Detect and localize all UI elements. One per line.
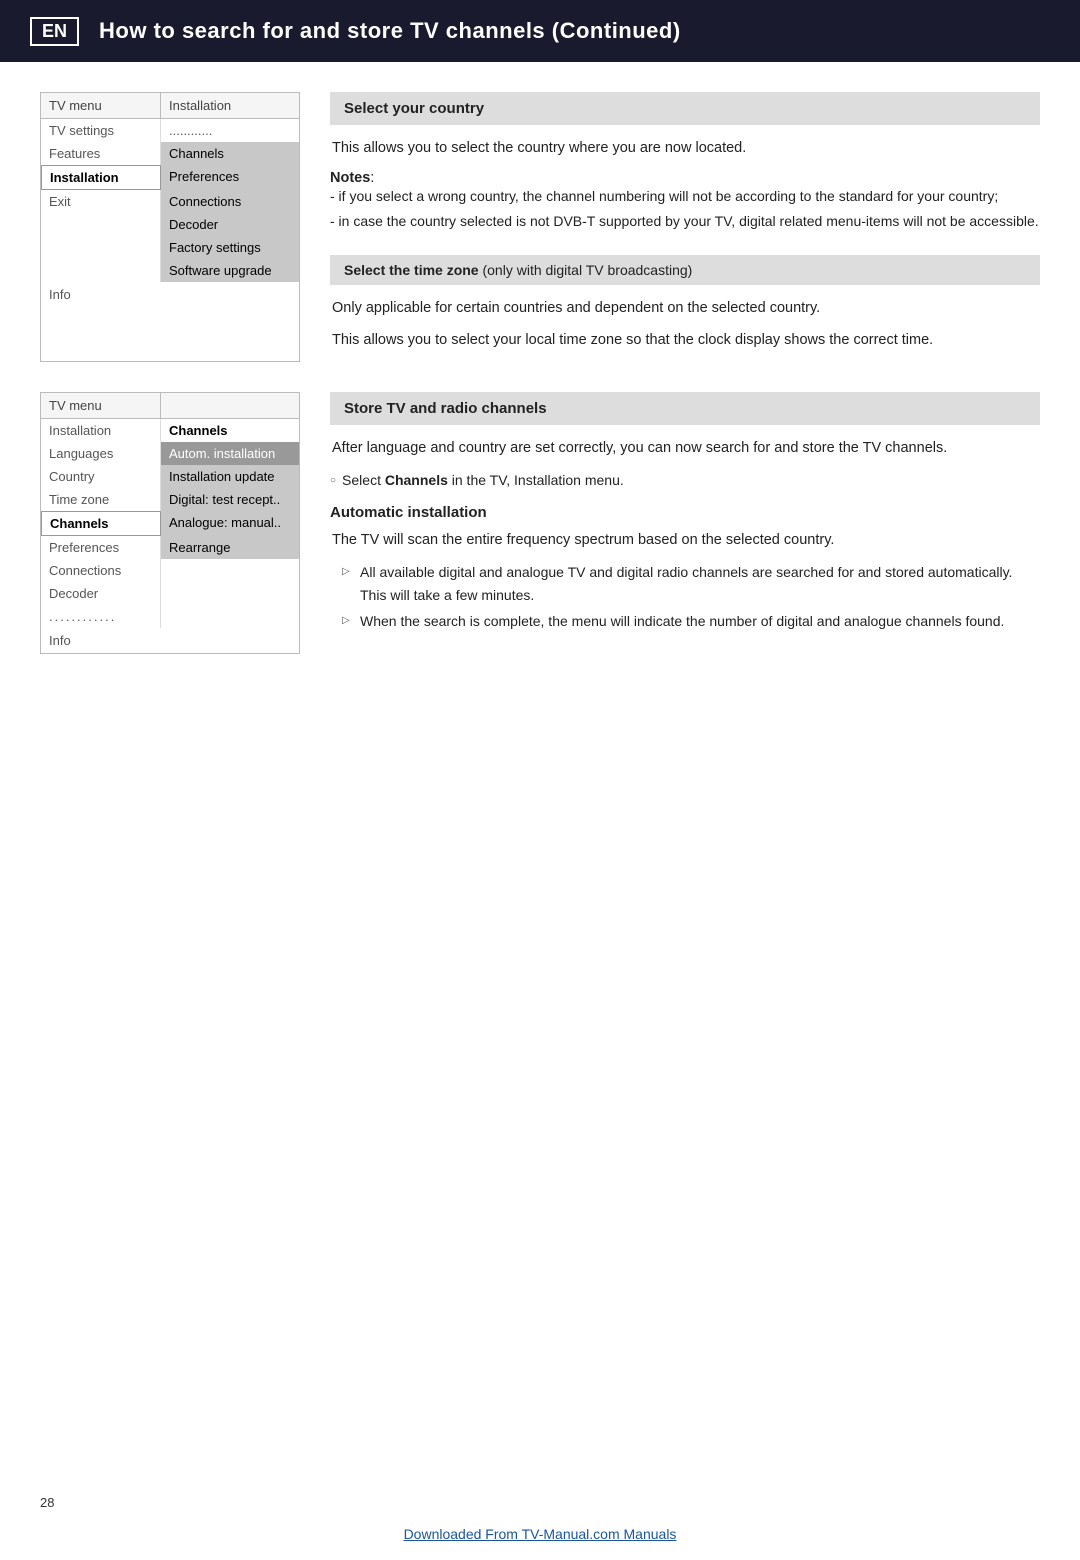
menu2-item-dotted: ............ — [41, 605, 299, 628]
menu2-item-preferences: Preferences Rearrange — [41, 536, 299, 559]
menu2-item-country: Country Installation update — [41, 465, 299, 488]
page-number: 28 — [40, 1495, 54, 1510]
menu1-item-5-left — [41, 213, 161, 236]
menu2-info: Info — [41, 628, 299, 653]
bottom-link[interactable]: Downloaded From TV-Manual.com Manuals — [404, 1526, 677, 1542]
menu2-preferences-left: Preferences — [41, 536, 161, 559]
timezone-section: Select the time zone (only with digital … — [330, 255, 1040, 352]
menu2-timezone-left: Time zone — [41, 488, 161, 511]
menu2-languages-left: Languages — [41, 442, 161, 465]
menu1-item-3-left: Installation — [41, 165, 161, 190]
menu1-item-1: TV settings ............ — [41, 119, 299, 142]
timezone-para1: Only applicable for certain countries an… — [330, 297, 1040, 319]
auto-install-desc: The TV will scan the entire frequency sp… — [330, 529, 1040, 551]
menu2-decoder-left: Decoder — [41, 582, 161, 605]
menu1-item-4: Exit Connections — [41, 190, 299, 213]
menu1-col-right-header: Installation — [161, 93, 299, 118]
store-tv-heading: Store TV and radio channels — [330, 392, 1040, 425]
menu1-item-7-right: Software upgrade — [161, 259, 299, 282]
circle-bullet-icon: ○ — [330, 473, 336, 489]
menu2-analogue-right: Analogue: manual.. — [161, 511, 299, 536]
menu1-item-1-left: TV settings — [41, 119, 161, 142]
page-title: How to search for and store TV channels … — [99, 18, 681, 44]
page-content: TV menu Installation TV settings .......… — [0, 62, 1080, 714]
notes-colon: : — [370, 169, 374, 186]
menu2-col-left-header: TV menu — [41, 393, 161, 418]
menu1-item-5-right: Decoder — [161, 213, 299, 236]
menu1-item-2-right: Channels — [161, 142, 299, 165]
notes-label: Notes — [330, 170, 370, 186]
menu1-item-4-right: Connections — [161, 190, 299, 213]
menu2-install-update-right: Installation update — [161, 465, 299, 488]
menu1-item-6-left — [41, 236, 161, 259]
menu2-item-decoder: Decoder — [41, 582, 299, 605]
menu2-installation-left: Installation — [41, 419, 161, 442]
menu1-item-3: Installation Preferences — [41, 165, 299, 190]
menu2-connections-right — [161, 559, 299, 582]
menu1-item-7-left — [41, 259, 161, 282]
menu2-channels-right: Channels — [161, 419, 299, 442]
menu1-item-2-left: Features — [41, 142, 161, 165]
menu1-item-1-right: ............ — [161, 119, 299, 142]
menu2-country-left: Country — [41, 465, 161, 488]
menu2-channels-row: Installation Channels — [41, 419, 299, 442]
menu2-col-right-header — [161, 393, 299, 418]
menu2-autom-right: Autom. installation — [161, 442, 299, 465]
header-bar: EN How to search for and store TV channe… — [0, 0, 1080, 62]
bottom-link-bar: Downloaded From TV-Manual.com Manuals — [0, 1526, 1080, 1542]
bullet-item-1: All available digital and analogue TV an… — [346, 561, 1040, 606]
menu1-item-6: Factory settings — [41, 236, 299, 259]
auto-install-bullets: All available digital and analogue TV an… — [330, 561, 1040, 632]
store-tv-intro: After language and country are set corre… — [330, 437, 1040, 459]
menu2-digital-right: Digital: test recept.. — [161, 488, 299, 511]
menu2-channels-left: Channels — [41, 511, 161, 536]
menu2-decoder-right — [161, 582, 299, 605]
select-country-panel: Select your country This allows you to s… — [330, 92, 1040, 362]
auto-install-heading: Automatic installation — [330, 504, 1040, 521]
notes-list: - if you select a wrong country, the cha… — [330, 186, 1040, 232]
menu2-item-languages: Languages Autom. installation — [41, 442, 299, 465]
select-note-text: Select Channels in the TV, Installation … — [342, 469, 624, 491]
menu2-item-connections: Connections — [41, 559, 299, 582]
select-channels-note: ○ Select Channels in the TV, Installatio… — [330, 469, 1040, 491]
note-item-1: - if you select a wrong country, the cha… — [330, 186, 1040, 208]
menu2-item-channels: Channels Analogue: manual.. — [41, 511, 299, 536]
menu1-info: Info — [41, 282, 299, 307]
menu1-col-left-header: TV menu — [41, 93, 161, 118]
menu1-item-6-right: Factory settings — [161, 236, 299, 259]
select-country-desc: This allows you to select the country wh… — [330, 137, 1040, 159]
timezone-heading-bold: Select the time zone — [344, 262, 479, 278]
menu1-item-7: Software upgrade — [41, 259, 299, 282]
menu2-rearrange-right: Rearrange — [161, 536, 299, 559]
menu2-dotted-right — [161, 605, 299, 628]
menu1-item-3-right: Preferences — [161, 165, 299, 190]
menu1-item-5: Decoder — [41, 213, 299, 236]
menu2-item-timezone: Time zone Digital: test recept.. — [41, 488, 299, 511]
select-country-heading: Select your country — [330, 92, 1040, 125]
timezone-heading-normal: (only with digital TV broadcasting) — [479, 262, 693, 278]
menu2-header: TV menu — [41, 393, 299, 419]
menu2-dotted-left: ............ — [41, 605, 161, 628]
tv-menu-2: TV menu Installation Channels Languages … — [40, 392, 300, 654]
menu1-item-4-left: Exit — [41, 190, 161, 213]
menu1-header: TV menu Installation — [41, 93, 299, 119]
menu2-connections-left: Connections — [41, 559, 161, 582]
en-badge: EN — [30, 17, 79, 46]
store-tv-panel: Store TV and radio channels After langua… — [330, 392, 1040, 654]
note-item-2: - in case the country selected is not DV… — [330, 211, 1040, 233]
second-section-row: TV menu Installation Channels Languages … — [40, 392, 1040, 654]
tv-menu-1: TV menu Installation TV settings .......… — [40, 92, 300, 362]
notes-block: Notes: - if you select a wrong country, … — [330, 169, 1040, 232]
menu1-item-2: Features Channels — [41, 142, 299, 165]
first-section-row: TV menu Installation TV settings .......… — [40, 92, 1040, 362]
bullet-item-2: When the search is complete, the menu wi… — [346, 610, 1040, 632]
timezone-para2: This allows you to select your local tim… — [330, 329, 1040, 351]
timezone-heading: Select the time zone (only with digital … — [330, 255, 1040, 285]
